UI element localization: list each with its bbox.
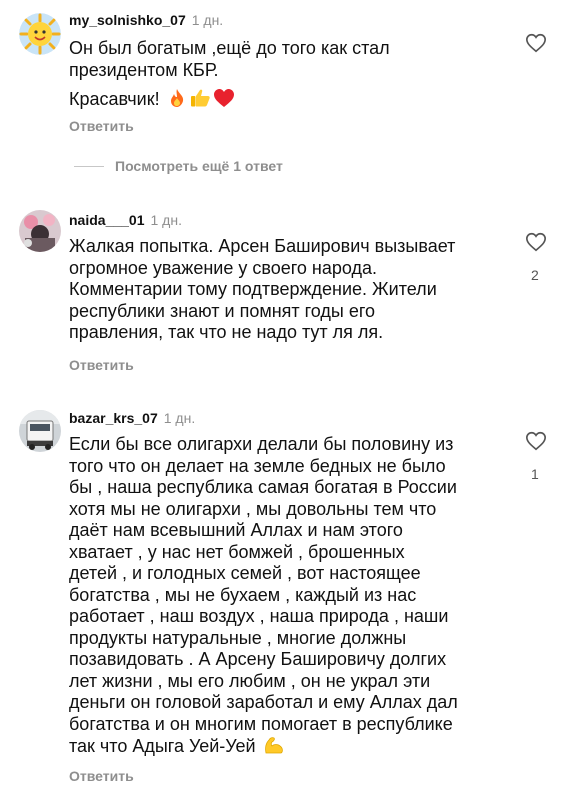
comment-line-text: так что Адыга Уей-Уей — [69, 736, 256, 756]
comment-meta: naida___01 1 дн. — [69, 212, 182, 228]
profile-photo-avatar — [19, 210, 61, 252]
comment-line-text: Красавчик! — [69, 89, 160, 109]
username[interactable]: naida___01 — [69, 212, 145, 228]
view-more-replies-button[interactable]: Посмотреть ещё 1 ответ — [74, 158, 283, 174]
username[interactable]: bazar_krs_07 — [69, 410, 158, 426]
view-more-replies-label: Посмотреть ещё 1 ответ — [115, 158, 283, 174]
comment-line: правления, так что не надо тут ля ля. — [69, 322, 384, 342]
heart-like-icon[interactable] — [525, 32, 547, 54]
comment-line: продукты натуральные , многие должны — [69, 627, 407, 648]
thumbs-up-icon — [190, 89, 210, 107]
like-count: 2 — [531, 267, 539, 283]
comment-line: работает , наш воздух , наша природа , н… — [69, 606, 449, 626]
comment-line: детей , и голодных семей , вот настоящее — [69, 563, 421, 583]
avatar[interactable] — [19, 410, 61, 452]
heart-like-icon[interactable] — [525, 231, 547, 253]
divider-line — [74, 165, 104, 167]
comment-meta: my_solnishko_07 1 дн. — [69, 12, 223, 28]
timestamp: 1 дн. — [163, 410, 196, 426]
comment-line: даёт нам всевышний Аллах и нам этого — [69, 520, 403, 540]
comment-line: хотя мы не олигархи , мы довольны тем чт… — [69, 498, 437, 519]
comment-line: богатства , мы не бухаем , каждый из нас — [69, 584, 417, 605]
comment-text: Если бы все олигархи делали бы половину … — [69, 434, 519, 758]
comment-line: деньги он головой заработал и ему Аллах … — [69, 692, 458, 712]
comment-line: Комментарии тому подтверждение. Жители — [69, 279, 437, 299]
comment-line: республики знают и помнят годы его — [69, 300, 376, 321]
comment-text: Жалкая попытка. Арсен Баширович вызывает… — [69, 236, 509, 344]
comment-line: лет жизни , мы его любим , он не украл э… — [69, 670, 431, 691]
comment-line: позавидовать . А Арсену Башировичу долги… — [69, 649, 447, 669]
heart-like-icon[interactable] — [525, 430, 547, 452]
truck-photo-avatar — [19, 410, 61, 452]
timestamp: 1 дн. — [191, 12, 224, 28]
comment-line: Красавчик! — [69, 88, 509, 111]
avatar[interactable] — [19, 210, 61, 252]
flexed-biceps-icon — [264, 737, 283, 754]
comment-line: президентом КБР. — [69, 59, 219, 80]
reply-button[interactable]: Ответить — [69, 357, 134, 373]
comment-meta: bazar_krs_07 1 дн. — [69, 410, 195, 426]
like-count: 1 — [531, 466, 539, 482]
reply-button[interactable]: Ответить — [69, 118, 134, 134]
comment-line: хватает , у нас нет бомжей , брошенных — [69, 541, 405, 562]
comment-line: Если бы все олигархи делали бы половину … — [69, 434, 454, 454]
timestamp: 1 дн. — [150, 212, 182, 228]
reply-button[interactable]: Ответить — [69, 768, 134, 784]
comment-line: огромное уважение у своего народа. — [69, 257, 378, 278]
sun-avatar-icon — [19, 13, 61, 55]
comment-line: того что он делает на земле бедных не бы… — [69, 455, 446, 476]
comment-text: Он был богатым ,ещё до того как стал пре… — [69, 38, 509, 111]
red-heart-icon — [213, 89, 234, 107]
avatar[interactable] — [19, 13, 61, 55]
username[interactable]: my_solnishko_07 — [69, 12, 186, 28]
comment-line: Он был богатым ,ещё до того как стал — [69, 38, 390, 58]
comment-line: богатства и он многим помогает в республ… — [69, 713, 453, 734]
comment-line: Жалкая попытка. Арсен Баширович вызывает — [69, 236, 456, 256]
comment-line: бы , наша республика самая богатая в Рос… — [69, 477, 457, 497]
comment-line: так что Адыга Уей-Уей — [69, 735, 519, 758]
fire-icon — [170, 89, 183, 107]
